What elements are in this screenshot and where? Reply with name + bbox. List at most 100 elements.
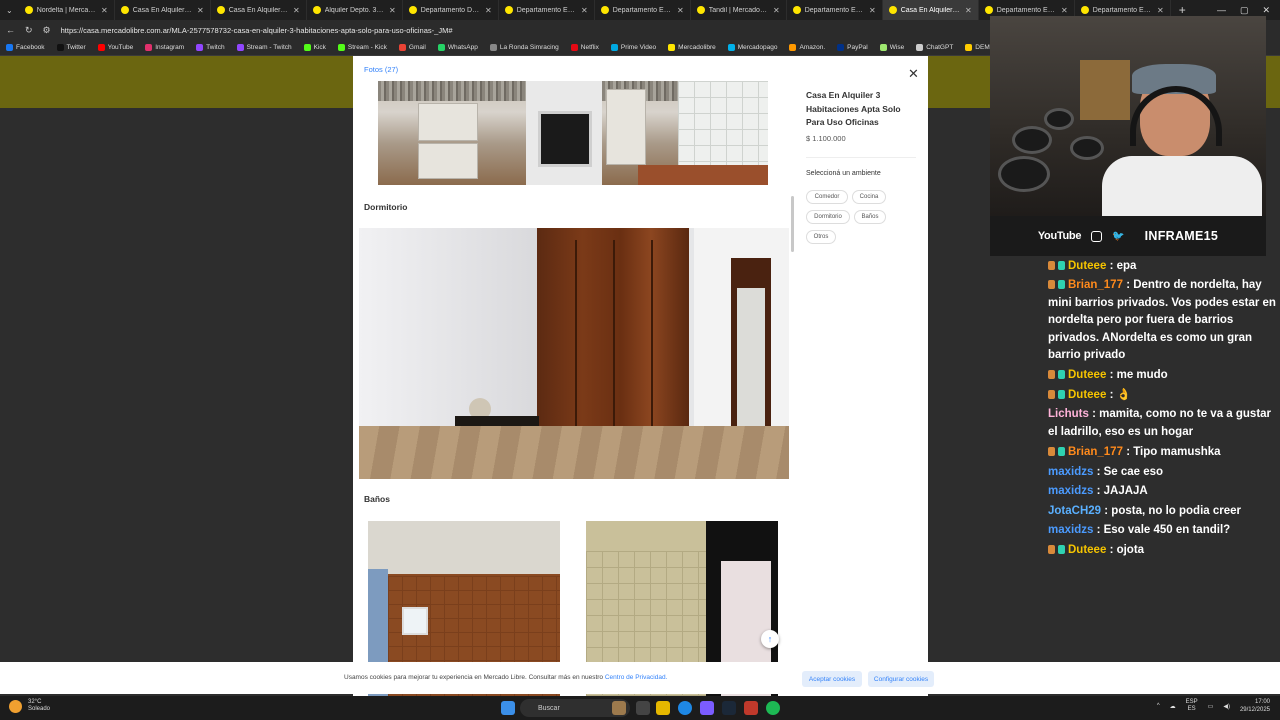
close-tab-icon[interactable]: ✕ (101, 6, 108, 15)
bookmark-item[interactable]: ChatGPT (916, 44, 953, 51)
steam-icon[interactable] (722, 701, 736, 715)
close-tab-icon[interactable]: ✕ (965, 6, 972, 15)
listing-title: Casa En Alquiler 3 Habitaciones Apta Sol… (806, 90, 901, 127)
browser-tab[interactable]: Departamento En Alquiler ✕ (499, 0, 595, 20)
bookmark-item[interactable]: Stream - Kick (337, 44, 387, 51)
site-info-icon[interactable]: ⚙ (43, 25, 51, 36)
chip-dormitorio[interactable]: Dormitorio (806, 210, 850, 224)
bookmark-item[interactable]: Kick (303, 44, 326, 51)
bookmark-item[interactable]: Wise (879, 44, 904, 51)
bookmark-label: La Ronda Simracing (499, 44, 559, 51)
bookmark-item[interactable]: Stream - Twitch (236, 44, 292, 51)
bookmark-item[interactable]: Twitch (196, 44, 225, 51)
maximize-icon[interactable]: ▢ (1240, 5, 1249, 16)
bookmark-item[interactable]: Amazon. (789, 44, 825, 51)
browser-tab[interactable]: Departamento En Alquiler ✕ (595, 0, 691, 20)
bookmark-favicon-icon (570, 44, 578, 51)
bookmark-item[interactable]: PayPal (837, 44, 868, 51)
browser-tab[interactable]: Departamento Dúplex En ✕ (403, 0, 499, 20)
gallery-scrollbar[interactable] (791, 196, 794, 252)
tab-title: Departamento En Alquiler (516, 6, 577, 14)
close-tab-icon[interactable]: ✕ (1061, 6, 1068, 15)
mercadolibre-favicon-icon (696, 6, 705, 14)
bookmark-favicon-icon (916, 44, 924, 51)
chat-message: maxidzs : Eso vale 450 en tandil? (1048, 522, 1276, 540)
bookmark-favicon-icon (879, 44, 887, 51)
chip-banos[interactable]: Baños (854, 210, 886, 224)
start-icon[interactable] (501, 701, 515, 715)
clock[interactable]: 17:00 29/12/2025 (1240, 698, 1270, 714)
close-icon[interactable]: ✕ (908, 66, 919, 82)
close-tab-icon[interactable]: ✕ (677, 6, 684, 15)
tab-title: Nordelta | Mercado Libre (36, 6, 97, 14)
bookmark-item[interactable]: Instagram (145, 44, 184, 51)
bookmark-item[interactable]: Twitter (56, 44, 86, 51)
chip-comedor[interactable]: Comedor (806, 190, 848, 204)
browser-tab[interactable]: Departamento En Alquiler ✕ (787, 0, 883, 20)
wifi-icon[interactable]: ▭ (1208, 703, 1214, 710)
network-icon[interactable]: ☁ (1170, 703, 1176, 710)
bedroom-photo[interactable] (359, 228, 789, 479)
close-tab-icon[interactable]: ✕ (1157, 6, 1164, 15)
browser-tab[interactable]: Casa En Alquiler Ubicada ✕ (115, 0, 211, 20)
close-tab-icon[interactable]: ✕ (869, 6, 876, 15)
chip-cocina[interactable]: Cocina (852, 190, 886, 204)
bookmark-item[interactable]: YouTube (97, 44, 133, 51)
bookmark-label: Twitch (206, 44, 225, 51)
volume-icon[interactable]: ◀) (1223, 703, 1230, 710)
language-indicator[interactable]: ESP ES (1186, 699, 1198, 713)
scroll-to-top-icon[interactable]: ↑ (761, 630, 779, 648)
bookmark-item[interactable]: La Ronda Simracing (489, 44, 559, 51)
chat-text: : Tipo mamushka (1126, 446, 1221, 458)
close-tab-icon[interactable]: ✕ (773, 6, 780, 15)
configure-cookies-button[interactable]: Configurar cookies (868, 671, 934, 687)
browser-tab[interactable]: Tandil | MercadoLibre ✕ (691, 0, 787, 20)
chat-username: maxidzs (1048, 466, 1094, 478)
chevron-up-icon[interactable]: ^ (1157, 703, 1160, 709)
folder-icon[interactable] (656, 701, 670, 715)
close-tab-icon[interactable]: ✕ (581, 6, 588, 15)
close-tab-icon[interactable]: ✕ (485, 6, 492, 15)
bookmark-favicon-icon (668, 44, 676, 51)
url-field[interactable]: https://casa.mercadolibre.com.ar/MLA-257… (61, 26, 453, 35)
discord-icon[interactable] (700, 701, 714, 715)
close-tab-icon[interactable]: ✕ (389, 6, 396, 15)
browser-tab[interactable]: Alquiler Depto. 3 Ambientes ✕ (307, 0, 403, 20)
minimize-icon[interactable]: — (1217, 5, 1226, 15)
edge-icon[interactable] (678, 701, 692, 715)
chat-message: maxidzs : JAJAJA (1048, 483, 1276, 501)
chat-username: Brian_177 (1068, 446, 1123, 458)
bookmark-item[interactable]: WhatsApp (437, 44, 478, 51)
photos-tab[interactable]: Fotos (27) (364, 65, 398, 74)
browser-tab[interactable]: Casa En Alquiler 3 Habitaciones ✕ (882, 0, 979, 20)
close-tab-icon[interactable]: ✕ (197, 6, 204, 15)
bookmark-label: Prime Video (620, 44, 657, 51)
weather-widget[interactable]: 32°C Soleado (9, 699, 50, 713)
bookmark-item[interactable]: Netflix (570, 44, 599, 51)
bookmark-item[interactable]: Facebook (6, 44, 45, 51)
back-icon[interactable]: ← (6, 25, 15, 35)
bookmark-item[interactable]: Mercadopago (727, 44, 777, 51)
task-view-icon[interactable] (636, 701, 650, 715)
file-explorer-photo-icon[interactable] (612, 701, 626, 715)
reload-icon[interactable]: ↻ (25, 25, 33, 36)
spotify-icon[interactable] (766, 701, 780, 715)
tab-menu-icon[interactable]: ⌄ (0, 6, 19, 15)
sub-badge-icon (1058, 447, 1065, 456)
new-tab-button[interactable]: + (1179, 3, 1186, 17)
kitchen-photo[interactable] (378, 81, 768, 185)
close-window-icon[interactable]: ✕ (1262, 5, 1270, 16)
accept-cookies-button[interactable]: Aceptar cookies (802, 671, 862, 687)
bookmark-item[interactable]: Gmail (398, 44, 426, 51)
app-icon[interactable] (744, 701, 758, 715)
bookmark-item[interactable]: Prime Video (610, 44, 657, 51)
browser-tab[interactable]: Nordelta | Mercado Libre ✕ (19, 0, 115, 20)
bookmark-label: Stream - Twitch (246, 44, 292, 51)
browser-tab[interactable]: Casa En Alquiler En Castelar ✕ (211, 0, 307, 20)
bookmark-item[interactable]: Mercadolibre (668, 44, 716, 51)
chip-otros[interactable]: Otros (806, 230, 836, 244)
close-tab-icon[interactable]: ✕ (293, 6, 300, 15)
privacy-center-link[interactable]: Centro de Privacidad. (605, 674, 668, 681)
chat-text: : JAJAJA (1096, 485, 1148, 497)
photo-gallery[interactable]: Fotos (27) Dormitorio Baños ↑ (353, 56, 796, 698)
